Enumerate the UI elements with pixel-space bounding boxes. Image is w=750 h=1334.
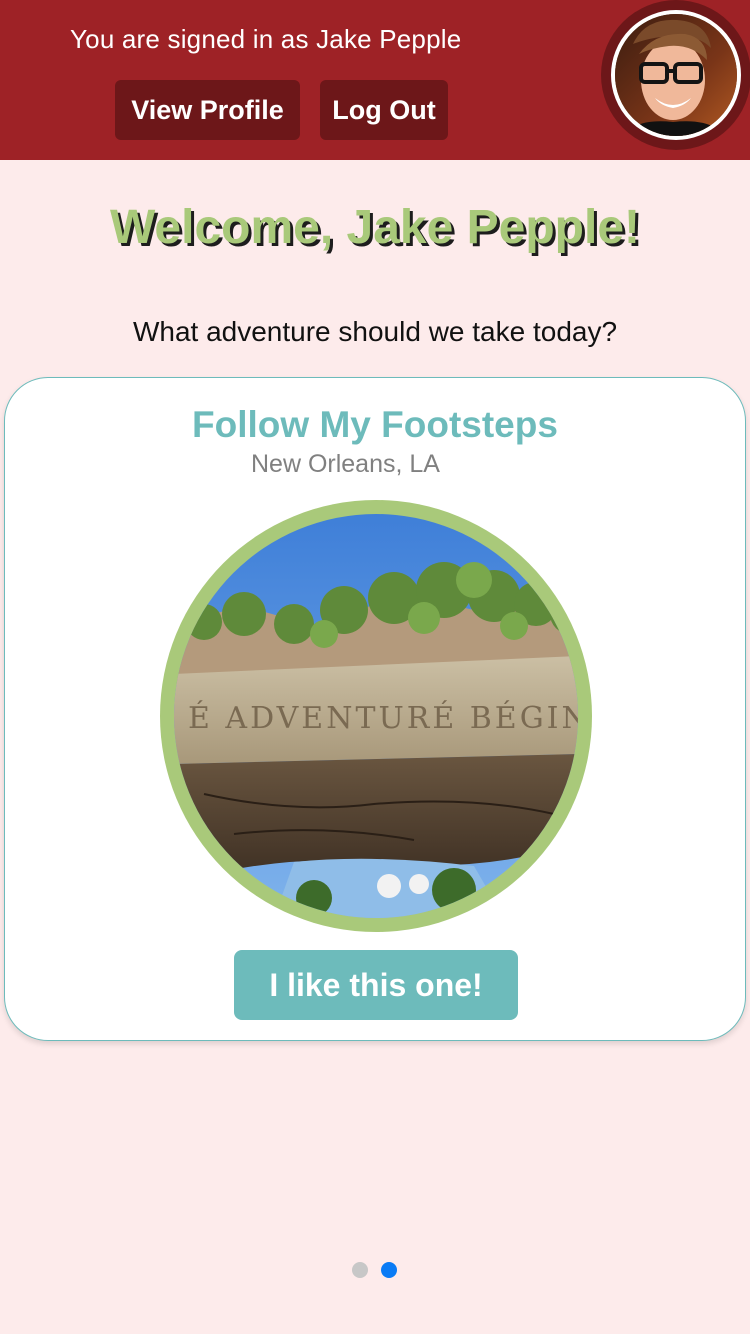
avatar[interactable] [611, 10, 741, 140]
adventure-arch-photo: É ADVENTURÉ BÉGIN [174, 514, 578, 918]
adventure-title: Follow My Footsteps [192, 404, 558, 445]
avatar-frame [601, 0, 750, 150]
like-adventure-button[interactable]: I like this one! [234, 950, 518, 1020]
view-profile-button[interactable]: View Profile [115, 80, 300, 140]
log-out-button[interactable]: Log Out [320, 80, 448, 140]
user-avatar-icon [615, 14, 737, 136]
adventure-card: Follow My Footsteps New Orleans, LA É AD… [4, 377, 746, 1041]
welcome-title: Welcome, Jake Pepple! [109, 201, 640, 254]
adventure-photo: É ADVENTURÉ BÉGIN [174, 514, 578, 918]
page-dot-active[interactable] [381, 1262, 397, 1278]
signed-in-status: You are signed in as Jake Pepple [70, 24, 462, 54]
top-header: You are signed in as Jake Pepple View Pr… [0, 0, 750, 160]
page-dot[interactable] [352, 1262, 368, 1278]
adventure-location: New Orleans, LA [251, 450, 440, 478]
adventure-prompt: What adventure should we take today? [132, 316, 618, 347]
arch-sign-text: É ADVENTURÉ BÉGIN [188, 700, 578, 736]
adventure-photo-frame: É ADVENTURÉ BÉGIN [160, 500, 592, 932]
page-indicator [352, 1262, 402, 1278]
